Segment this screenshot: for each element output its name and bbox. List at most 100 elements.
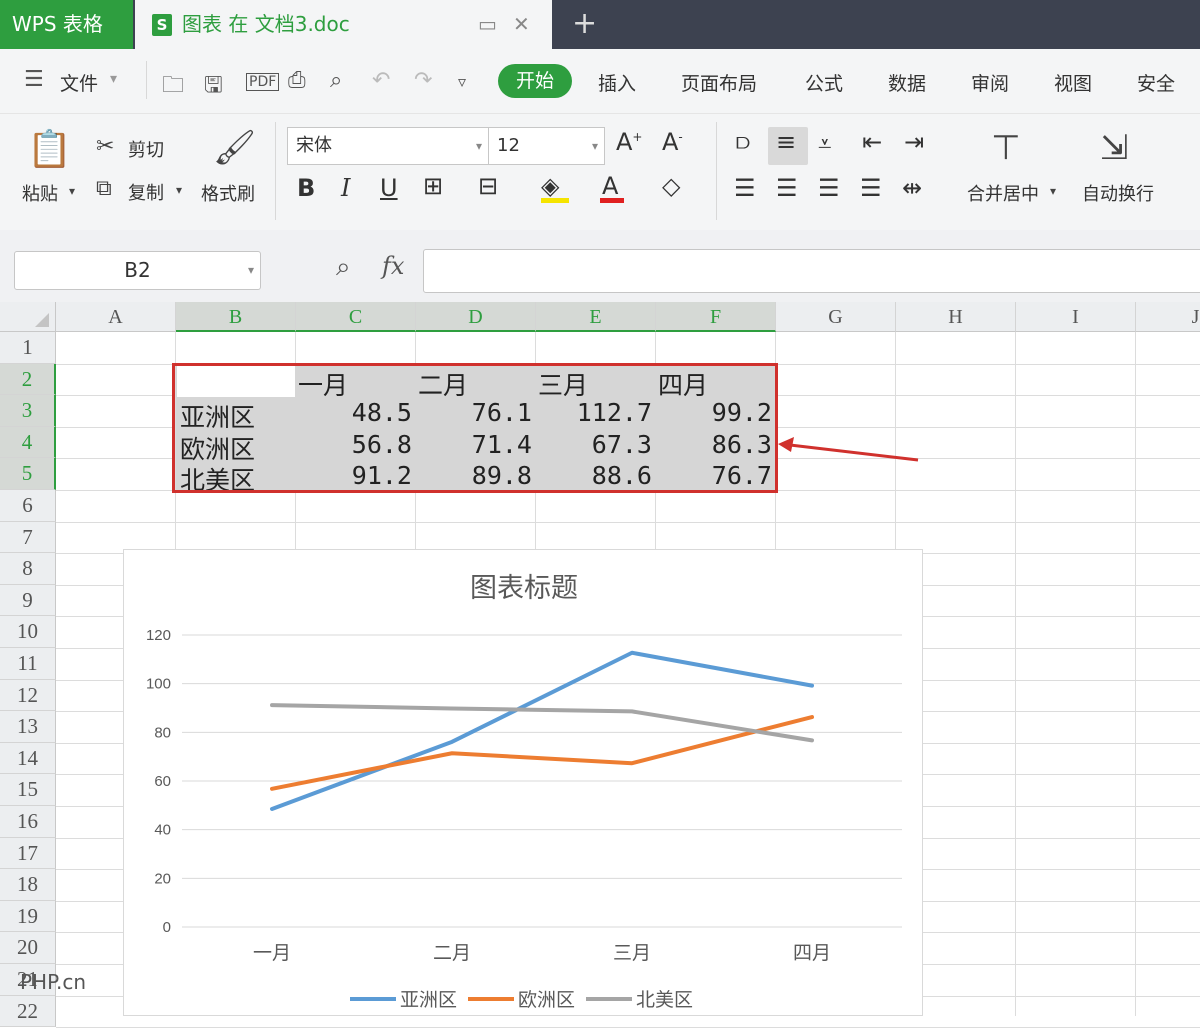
- tab-insert[interactable]: 插入: [598, 69, 636, 96]
- row-header-19[interactable]: 19: [0, 900, 56, 933]
- tab-page-layout[interactable]: 页面布局: [681, 69, 757, 96]
- copy-button[interactable]: 复制: [128, 179, 164, 205]
- column-header-d[interactable]: D: [416, 302, 536, 332]
- column-header-a[interactable]: A: [56, 302, 176, 332]
- fx-icon[interactable]: fx: [382, 252, 404, 280]
- distributed-align-icon[interactable]: ⇹: [902, 174, 922, 202]
- open-folder-icon[interactable]: 🗀: [162, 68, 184, 106]
- cell-style-icon[interactable]: ⊟: [478, 172, 498, 200]
- increase-indent-icon[interactable]: ⇥: [904, 128, 924, 156]
- tab-data[interactable]: 数据: [888, 69, 926, 96]
- row-header-4[interactable]: 4: [0, 426, 56, 459]
- chevron-down-icon[interactable]: ▾: [476, 128, 482, 164]
- wrap-text-button[interactable]: 自动换行: [1082, 180, 1154, 206]
- row-header-15[interactable]: 15: [0, 774, 56, 806]
- borders-icon[interactable]: ⊞: [423, 172, 443, 200]
- paste-icon[interactable]: 📋: [27, 128, 72, 170]
- formula-input[interactable]: [423, 249, 1200, 293]
- print-preview-icon[interactable]: ⌕: [330, 68, 342, 93]
- row-header-18[interactable]: 18: [0, 869, 56, 901]
- column-header-c[interactable]: C: [296, 302, 416, 332]
- redo-icon[interactable]: ↷: [414, 68, 432, 93]
- align-middle-icon[interactable]: ≡: [776, 128, 796, 156]
- tab-security[interactable]: 安全: [1137, 69, 1175, 96]
- window-restore-icon[interactable]: ▭: [478, 0, 497, 49]
- new-tab-button[interactable]: +: [572, 6, 597, 41]
- hamburger-menu-icon[interactable]: ☰: [24, 67, 44, 92]
- row-header-16[interactable]: 16: [0, 806, 56, 838]
- font-color-icon[interactable]: A: [602, 172, 618, 200]
- column-header-b[interactable]: B: [176, 302, 296, 332]
- align-left-icon[interactable]: ☰: [734, 174, 756, 202]
- tab-view[interactable]: 视图: [1054, 69, 1092, 96]
- row-header-3[interactable]: 3: [0, 395, 56, 427]
- row-header-1[interactable]: 1: [0, 332, 56, 364]
- column-header-f[interactable]: F: [656, 302, 776, 332]
- underline-icon[interactable]: U: [380, 174, 398, 202]
- copy-icon[interactable]: ⧉: [96, 176, 112, 201]
- row-header-6[interactable]: 6: [0, 490, 56, 522]
- column-header-j[interactable]: J: [1136, 302, 1200, 332]
- decrease-font-icon[interactable]: A-: [662, 128, 683, 156]
- column-header-h[interactable]: H: [896, 302, 1016, 332]
- column-header-g[interactable]: G: [776, 302, 896, 332]
- line-chart[interactable]: 图表标题 0 20 40 60 80 100 120 一月 二月 三月 四月 亚洲区 欧洲区 北美区: [123, 549, 923, 1016]
- row-header-10[interactable]: 10: [0, 616, 56, 648]
- name-box[interactable]: B2 ▾: [14, 251, 261, 290]
- row-header-12[interactable]: 12: [0, 679, 56, 712]
- app-tab[interactable]: WPS 表格: [0, 0, 133, 49]
- eraser-icon[interactable]: ◇: [662, 172, 680, 200]
- row-header-9[interactable]: 9: [0, 584, 56, 617]
- format-painter-button[interactable]: 格式刷: [201, 180, 255, 206]
- font-size-select[interactable]: 12 ▾: [488, 127, 605, 165]
- tab-start[interactable]: 开始: [498, 64, 572, 98]
- decrease-indent-icon[interactable]: ⇤: [862, 128, 882, 156]
- document-tab[interactable]: S 图表 在 文档3.doc ▭ ✕: [135, 0, 552, 49]
- tab-review[interactable]: 审阅: [971, 69, 1009, 96]
- zoom-icon[interactable]: ⌕: [336, 252, 351, 283]
- row-header-2[interactable]: 2: [0, 363, 56, 396]
- font-name-select[interactable]: 宋体 ▾: [287, 127, 489, 165]
- row-header-5[interactable]: 5: [0, 458, 56, 490]
- row-header-8[interactable]: 8: [0, 553, 56, 585]
- row-header-13[interactable]: 13: [0, 711, 56, 743]
- row-header-11[interactable]: 11: [0, 648, 56, 680]
- chevron-down-icon[interactable]: ▾: [69, 184, 75, 198]
- column-header-e[interactable]: E: [536, 302, 656, 332]
- merge-cells-icon[interactable]: ⊤: [991, 128, 1021, 168]
- wrap-text-icon[interactable]: ⇲: [1100, 128, 1129, 168]
- format-painter-icon[interactable]: 🖌: [213, 128, 256, 168]
- file-menu[interactable]: 文件: [60, 69, 98, 96]
- align-right-icon[interactable]: ☰: [818, 174, 840, 202]
- export-pdf-icon[interactable]: PDF: [246, 73, 280, 91]
- italic-icon[interactable]: I: [341, 174, 350, 202]
- column-header-i[interactable]: I: [1016, 302, 1136, 332]
- close-tab-icon[interactable]: ✕: [513, 0, 530, 49]
- chevron-down-icon[interactable]: ▾: [176, 183, 182, 197]
- save-icon[interactable]: 🖫: [204, 68, 223, 106]
- align-bottom-icon[interactable]: ⩡: [818, 130, 832, 158]
- tab-formulas[interactable]: 公式: [805, 69, 843, 96]
- paste-button[interactable]: 粘贴: [22, 180, 58, 206]
- fill-color-icon[interactable]: ◈: [541, 172, 559, 200]
- select-all-corner[interactable]: [0, 302, 56, 332]
- row-header-7[interactable]: 7: [0, 521, 56, 554]
- row-header-22[interactable]: 22: [0, 995, 56, 1028]
- chevron-down-icon[interactable]: ▾: [248, 252, 254, 289]
- chevron-down-icon[interactable]: ▾: [1050, 184, 1056, 198]
- print-icon[interactable]: ⎙: [288, 68, 306, 93]
- increase-font-icon[interactable]: A+: [616, 128, 642, 156]
- row-header-20[interactable]: 20: [0, 932, 56, 964]
- merge-center-button[interactable]: 合并居中: [967, 180, 1039, 206]
- cut-button[interactable]: 剪切: [128, 136, 164, 162]
- quick-access-dropdown-icon[interactable]: ▿: [458, 72, 466, 91]
- undo-icon[interactable]: ↶: [372, 68, 390, 93]
- row-header-14[interactable]: 14: [0, 742, 56, 775]
- bold-icon[interactable]: B: [297, 174, 315, 202]
- scissors-icon[interactable]: ✂: [96, 134, 114, 159]
- align-top-icon[interactable]: ⫐: [736, 128, 750, 156]
- row-header-17[interactable]: 17: [0, 837, 56, 870]
- chevron-down-icon[interactable]: ▾: [592, 128, 598, 164]
- align-center-icon[interactable]: ☰: [776, 174, 798, 202]
- justify-icon[interactable]: ☰: [860, 174, 882, 202]
